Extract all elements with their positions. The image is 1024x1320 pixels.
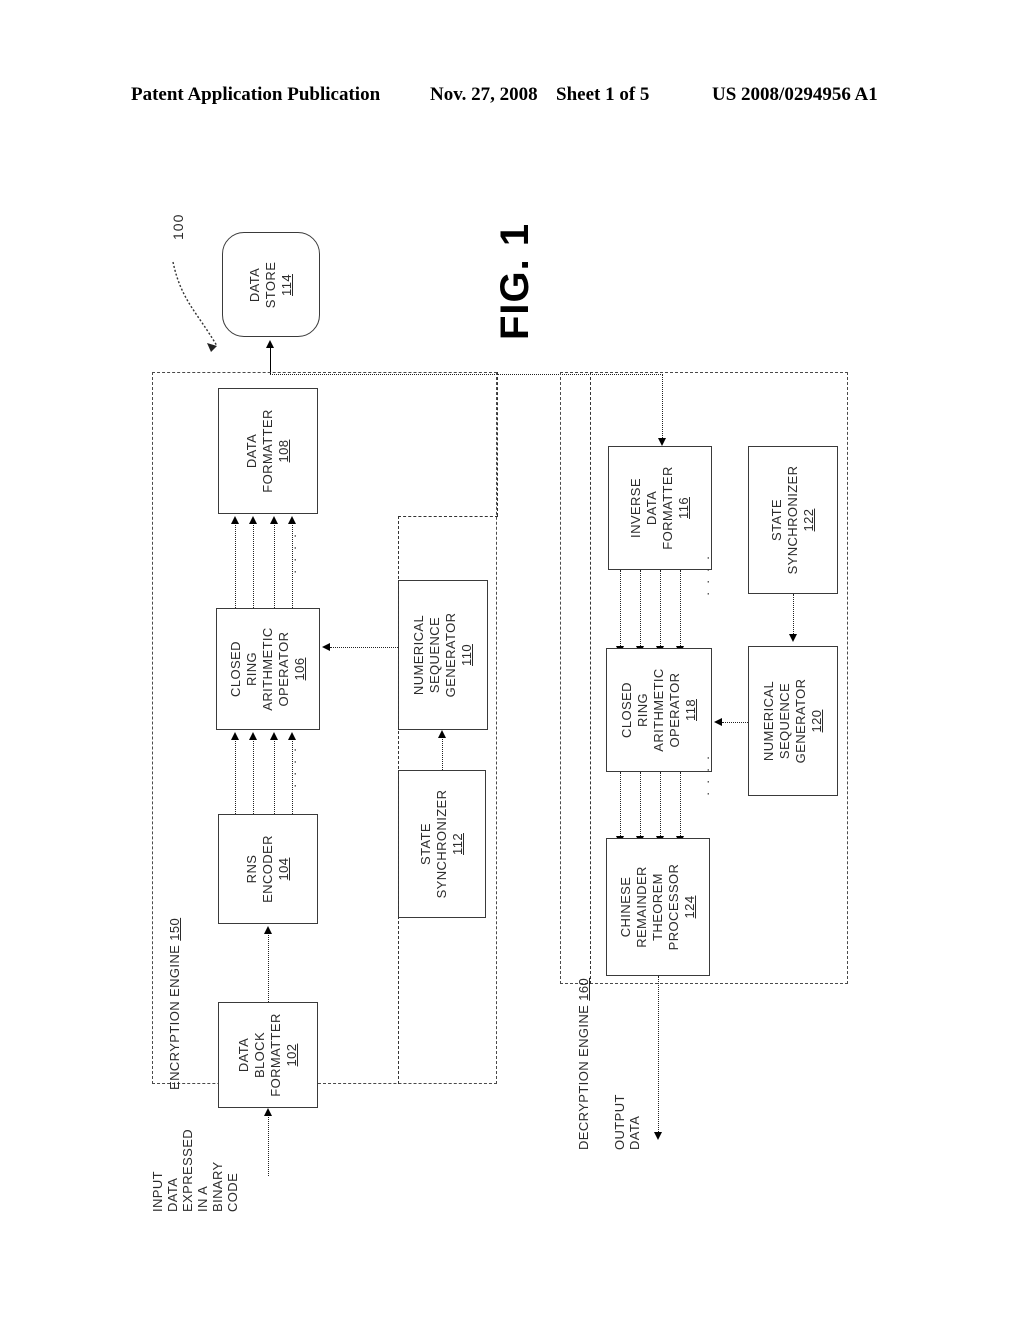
arrowhead-110-to-106	[322, 643, 330, 651]
block-inverse-data-formatter-116: INVERSE DATA FORMATTER 116	[608, 446, 712, 570]
input-data-label: INPUT DATA EXPRESSED IN A BINARY CODE	[150, 1128, 240, 1212]
block-data-formatter-label: DATA FORMATTER 108	[244, 409, 291, 493]
decryption-inner-partition	[590, 372, 591, 984]
block-state-sync-122-label: STATE SYNCHRONIZER 122	[769, 465, 816, 575]
block-closed-ring-arithmetic-operator-118: CLOSED RING ARITHMETIC OPERATOR 118	[606, 648, 712, 772]
arrowhead-output-data	[654, 1132, 662, 1140]
bus-line-118-124-4	[680, 772, 681, 838]
block-state-synchronizer-112: STATE SYNCHRONIZER 112	[398, 770, 486, 918]
block-numerical-sequence-generator-120: NUMERICAL SEQUENCE GENERATOR 120	[748, 646, 838, 796]
block-numerical-sequence-generator-110: NUMERICAL SEQUENCE GENERATOR 110	[398, 580, 488, 730]
arrowhead-120-to-118	[714, 718, 722, 726]
arrowhead-bus-104-106-4	[288, 732, 296, 740]
block-chinese-remainder-theorem-processor-124: CHINESE REMAINDER THEOREM PROCESSOR 124	[606, 838, 710, 976]
bus-line-118-124-3	[660, 772, 661, 838]
bus-line-116-118-3	[660, 570, 661, 648]
header-publication: Patent Application Publication	[131, 84, 381, 105]
arrowhead-102-to-104	[264, 926, 272, 934]
line-120-to-118	[722, 722, 748, 723]
line-110-to-106	[330, 647, 398, 648]
arrowhead-122-to-120	[789, 634, 797, 642]
line-102-to-104	[268, 932, 269, 1002]
bus-line-106-108-1	[235, 522, 236, 608]
block-data-formatter: DATA FORMATTER 108	[218, 388, 318, 514]
bus-line-116-118-1	[620, 570, 621, 648]
bus-line-118-124-1	[620, 772, 621, 838]
encryption-inner-partition-horizontal	[398, 516, 498, 517]
bus-line-116-118-2	[640, 570, 641, 648]
arrowhead-bus-104-106-3	[270, 732, 278, 740]
reference-numeral-100: 100	[170, 213, 186, 240]
bus-line-104-106-2	[253, 738, 254, 814]
block-closed-ring-106-label: CLOSED RING ARITHMETIC OPERATOR 106	[228, 627, 307, 711]
bus-ellipsis-116-118: · · · ·	[700, 553, 715, 596]
bus-ellipsis-104-106: · · · ·	[287, 745, 302, 788]
arrowhead-bus-104-106-1	[231, 732, 239, 740]
arrowhead-112-to-110	[438, 730, 446, 738]
line-124-to-output	[658, 976, 659, 1134]
figure-drawing-area: 100 FIG. 1 DATA STORE 114 ENCRYPTION ENG…	[0, 150, 1024, 1250]
arrowhead-to-data-store	[266, 340, 274, 348]
decryption-engine-label: DECRYPTION ENGINE 160	[576, 977, 591, 1150]
encryption-inner-partition-vertical-top	[497, 372, 498, 516]
block-nsg-110-label: NUMERICAL SEQUENCE GENERATOR 110	[411, 612, 474, 698]
bus-line-104-106-3	[274, 738, 275, 814]
output-data-label: OUTPUT DATA	[612, 1094, 642, 1150]
block-rns-encoder-104: RNS ENCODER 104	[218, 814, 318, 924]
encryption-inner-partition-vertical	[398, 516, 399, 1084]
block-data-store-label: DATA STORE 114	[247, 261, 294, 308]
header-patent-number: US 2008/0294956 A1	[712, 84, 878, 105]
line-fmt-to-store	[270, 346, 271, 374]
arrowhead-bus-106-108-1	[231, 516, 239, 524]
arrowhead-bus-104-106-2	[249, 732, 257, 740]
bus-ellipsis-118-124: · · · ·	[700, 753, 715, 796]
block-data-block-formatter-102: DATA BLOCK FORMATTER 102	[218, 1002, 318, 1108]
header-sheet-number: Sheet 1 of 5	[556, 84, 650, 105]
line-112-to-110	[442, 736, 443, 770]
block-nsg-120-label: NUMERICAL SEQUENCE GENERATOR 120	[761, 678, 824, 764]
header-date: Nov. 27, 2008	[430, 84, 538, 105]
figure-caption: FIG. 1	[493, 222, 537, 340]
block-inverse-data-formatter-label: INVERSE DATA FORMATTER 116	[628, 466, 691, 550]
arrowhead-bus-106-108-3	[270, 516, 278, 524]
encryption-engine-label: ENCRYPTION ENGINE 150	[167, 917, 182, 1090]
arrowhead-bus-106-108-4	[288, 516, 296, 524]
bus-line-104-106-1	[235, 738, 236, 814]
line-input-to-102	[268, 1114, 269, 1176]
bus-line-106-108-2	[253, 522, 254, 608]
block-state-sync-112-label: STATE SYNCHRONIZER 112	[418, 789, 465, 899]
arrowhead-input-to-102	[264, 1108, 272, 1116]
arrowhead-bus-106-108-2	[249, 516, 257, 524]
block-data-store: DATA STORE 114	[222, 232, 320, 337]
block-state-synchronizer-122: STATE SYNCHRONIZER 122	[748, 446, 838, 594]
bus-line-118-124-2	[640, 772, 641, 838]
page-header: Patent Application Publication Nov. 27, …	[0, 84, 1024, 114]
bus-line-116-118-4	[680, 570, 681, 648]
line-122-to-120	[793, 594, 794, 636]
block-crt-processor-label: CHINESE REMAINDER THEOREM PROCESSOR 124	[618, 863, 697, 951]
block-closed-ring-118-label: CLOSED RING ARITHMETIC OPERATOR 118	[619, 668, 698, 752]
block-rns-encoder-label: RNS ENCODER 104	[244, 835, 291, 903]
block-data-block-formatter-label: DATA BLOCK FORMATTER 102	[236, 1013, 299, 1097]
block-closed-ring-arithmetic-operator-106: CLOSED RING ARITHMETIC OPERATOR 106	[216, 608, 320, 730]
bus-ellipsis-106-108: · · · ·	[287, 531, 302, 574]
bus-line-106-108-3	[274, 522, 275, 608]
